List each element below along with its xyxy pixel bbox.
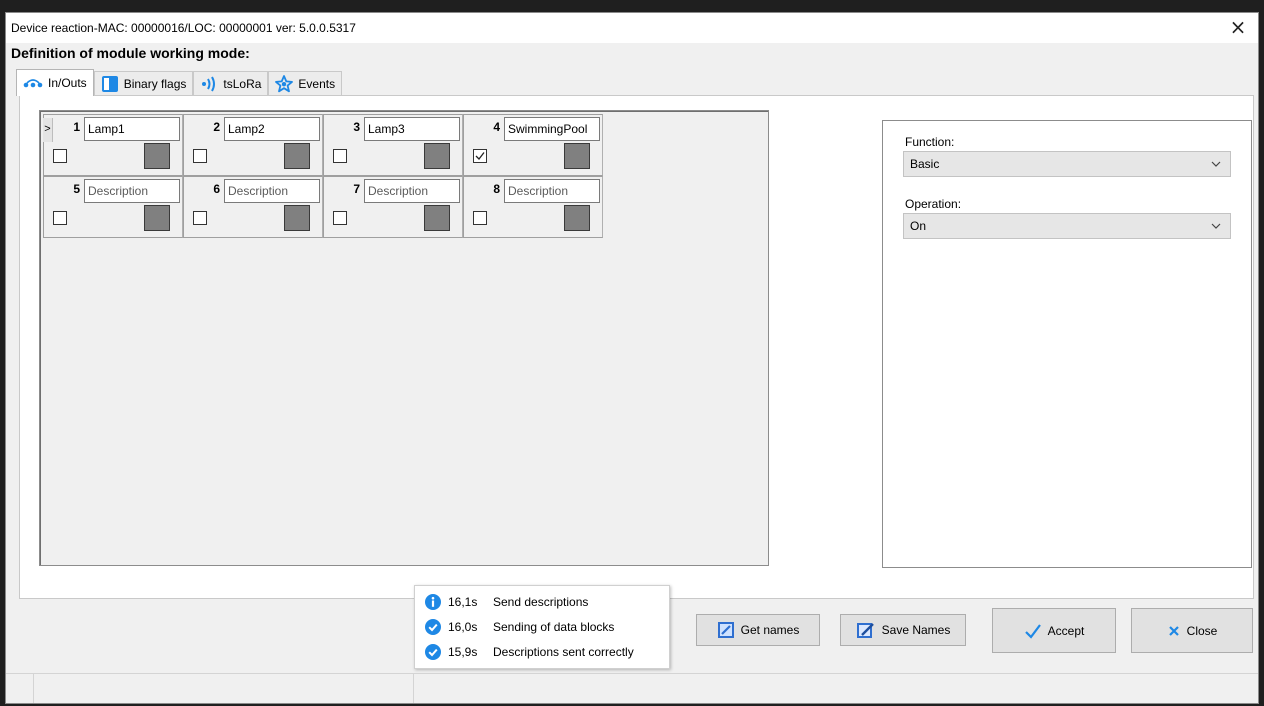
- log-message: Send descriptions: [493, 595, 589, 609]
- operation-select[interactable]: On: [903, 213, 1231, 239]
- channel-checkbox[interactable]: [53, 211, 67, 225]
- function-label: Function:: [905, 135, 955, 149]
- log-entry: 16,0s Sending of data blocks: [425, 617, 614, 637]
- function-value: Basic: [910, 157, 940, 171]
- channel-name-input[interactable]: Description: [364, 179, 460, 203]
- channel-checkbox[interactable]: [193, 211, 207, 225]
- status-bar-segment: [34, 674, 414, 703]
- edit-document-icon: [717, 622, 734, 638]
- title-bar: Device reaction-MAC: 00000016/LOC: 00000…: [6, 13, 1258, 43]
- channel-name-input[interactable]: Lamp3: [364, 117, 460, 141]
- selected-row-marker: >: [43, 118, 53, 142]
- channel-state-indicator[interactable]: [284, 143, 310, 169]
- properties-panel: Function: Basic Operation: On: [882, 120, 1252, 568]
- close-icon: [1168, 625, 1179, 636]
- tab-inouts-label: In/Outs: [48, 76, 87, 90]
- channel-name-input[interactable]: Description: [504, 179, 600, 203]
- channel-checkbox[interactable]: [333, 211, 347, 225]
- get-names-label: Get names: [740, 623, 800, 637]
- operation-label: Operation:: [905, 197, 962, 211]
- channel-cell-3[interactable]: 3 Lamp3: [323, 114, 463, 176]
- function-select[interactable]: Basic: [903, 151, 1231, 177]
- status-log-popup: 16,1s Send descriptions 16,0s Sending of…: [414, 585, 670, 669]
- channel-state-indicator[interactable]: [424, 205, 450, 231]
- channel-cell-6[interactable]: 6 Description: [183, 176, 323, 238]
- accept-label: Accept: [1047, 623, 1085, 638]
- status-bar: [6, 673, 1258, 703]
- close-label: Close: [1186, 623, 1218, 638]
- chevron-down-icon: [1211, 223, 1221, 229]
- log-entry: 16,1s Send descriptions: [425, 592, 588, 612]
- channel-name-input[interactable]: SwimmingPool: [504, 117, 600, 141]
- channel-cell-7[interactable]: 7 Description: [323, 176, 463, 238]
- log-entry: 15,9s Descriptions sent correctly: [425, 642, 634, 662]
- channel-state-indicator[interactable]: [284, 205, 310, 231]
- channel-state-indicator[interactable]: [564, 205, 590, 231]
- save-edit-icon: [856, 623, 874, 638]
- channel-number: 6: [213, 182, 220, 196]
- channel-cell-1[interactable]: > 1 Lamp1: [43, 114, 183, 176]
- device-reaction-window: Device reaction-MAC: 00000016/LOC: 00000…: [5, 12, 1259, 704]
- channel-number: 3: [353, 120, 360, 134]
- checkmark-icon: [1024, 623, 1041, 639]
- checkmark-icon: [475, 152, 485, 160]
- close-button[interactable]: Close: [1131, 608, 1253, 653]
- channel-cell-5[interactable]: 5 Description: [43, 176, 183, 238]
- status-bar-segment: [6, 674, 34, 703]
- channel-cell-4[interactable]: 4 SwimmingPool: [463, 114, 603, 176]
- channel-state-indicator[interactable]: [144, 143, 170, 169]
- channel-cell-8[interactable]: 8 Description: [463, 176, 603, 238]
- channel-number: 2: [213, 120, 220, 134]
- tab-inouts[interactable]: In/Outs: [16, 69, 94, 96]
- page-heading: Definition of module working mode:: [11, 45, 250, 61]
- channel-state-indicator[interactable]: [144, 205, 170, 231]
- window-title: Device reaction-MAC: 00000016/LOC: 00000…: [11, 21, 356, 35]
- inouts-panel: > 1 Lamp1 2 Lamp2 3 Lamp3 4 SwimmingPool: [19, 95, 1254, 599]
- channel-name-input[interactable]: Lamp1: [84, 117, 180, 141]
- log-time: 16,1s: [448, 595, 478, 609]
- chevron-down-icon: [1211, 161, 1221, 167]
- tab-events[interactable]: Events: [268, 71, 343, 95]
- tab-events-label: Events: [298, 76, 336, 91]
- channel-number: 1: [73, 120, 80, 134]
- log-time: 15,9s: [448, 645, 478, 659]
- channel-number: 8: [493, 182, 500, 196]
- channel-grid: > 1 Lamp1 2 Lamp2 3 Lamp3 4 SwimmingPool: [39, 110, 769, 566]
- log-message: Sending of data blocks: [493, 620, 615, 634]
- channel-number: 5: [73, 182, 80, 196]
- tab-binary-flags-label: Binary flags: [123, 76, 187, 91]
- check-circle-icon: [425, 619, 441, 635]
- save-names-button[interactable]: Save Names: [840, 614, 966, 646]
- log-message: Descriptions sent correctly: [493, 645, 634, 659]
- operation-value: On: [910, 219, 927, 233]
- check-circle-icon: [425, 644, 441, 660]
- channel-checkbox[interactable]: [473, 149, 487, 163]
- get-names-button[interactable]: Get names: [696, 614, 820, 646]
- channel-checkbox[interactable]: [193, 149, 207, 163]
- info-icon: [425, 594, 441, 610]
- channel-number: 4: [493, 120, 500, 134]
- accept-button[interactable]: Accept: [992, 608, 1116, 653]
- save-names-label: Save Names: [881, 623, 951, 637]
- channel-checkbox[interactable]: [333, 149, 347, 163]
- star-icon: [275, 74, 294, 92]
- channel-cell-2[interactable]: 2 Lamp2: [183, 114, 323, 176]
- lora-signal-icon: [202, 76, 216, 91]
- tab-tslora-label: tsLoRa: [223, 76, 262, 91]
- tab-strip: In/Outs Binary flags tsLoRa Events: [16, 69, 343, 96]
- channel-number: 7: [353, 182, 360, 196]
- tab-tslora[interactable]: tsLoRa: [193, 71, 269, 95]
- channel-state-indicator[interactable]: [424, 143, 450, 169]
- binary-flags-icon: [101, 75, 118, 92]
- window-close-icon[interactable]: ×: [1226, 16, 1250, 40]
- channel-checkbox[interactable]: [473, 211, 487, 225]
- tab-binary-flags[interactable]: Binary flags: [93, 71, 194, 95]
- log-time: 16,0s: [448, 620, 478, 634]
- channel-checkbox[interactable]: [53, 149, 67, 163]
- channel-name-input[interactable]: Lamp2: [224, 117, 320, 141]
- channel-state-indicator[interactable]: [564, 143, 590, 169]
- inouts-icon: [23, 79, 43, 88]
- channel-name-input[interactable]: Description: [224, 179, 320, 203]
- channel-name-input[interactable]: Description: [84, 179, 180, 203]
